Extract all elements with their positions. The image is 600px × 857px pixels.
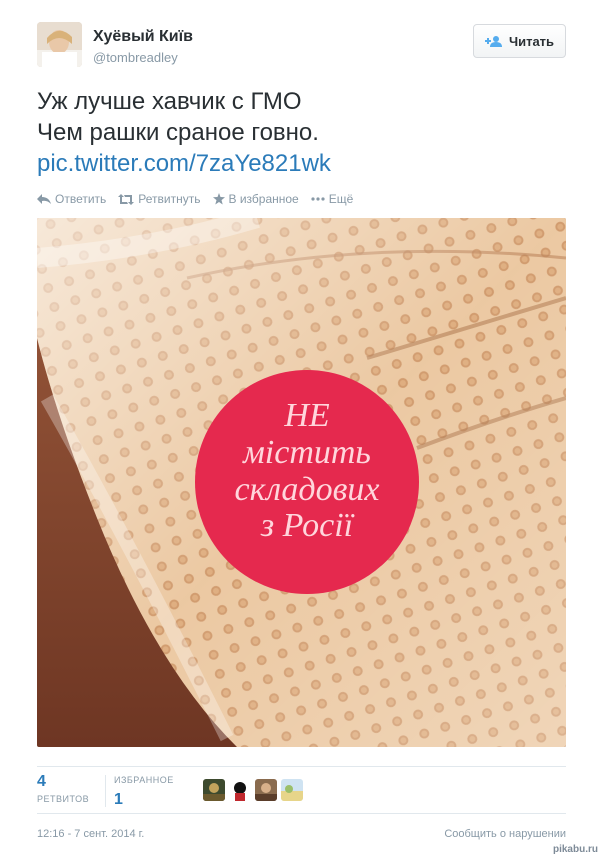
retweet-label: Ретвитнуть (138, 192, 201, 206)
reply-label: Ответить (55, 192, 107, 206)
sticker-line-1: НЕ (283, 397, 330, 434)
sticker-line-3: складових (235, 471, 380, 508)
follow-button[interactable]: Читать (473, 24, 566, 58)
engaged-user-avatar[interactable] (281, 779, 303, 801)
retweet-icon (118, 193, 135, 205)
engaged-users-avatars (203, 779, 303, 801)
engaged-user-avatar[interactable] (203, 779, 225, 801)
more-dots-icon (311, 197, 325, 201)
star-icon (212, 193, 225, 205)
site-watermark: pikabu.ru (552, 844, 598, 855)
favorite-action[interactable]: В избранное (212, 192, 299, 206)
engaged-user-avatar[interactable] (255, 779, 277, 801)
favorite-label: В избранное (228, 192, 299, 206)
reply-icon (37, 193, 51, 204)
retweets-stat[interactable]: 4 РЕТВИТОВ (37, 773, 89, 806)
report-link[interactable]: Сообщить о нарушении (444, 828, 566, 840)
user-avatar[interactable] (37, 22, 82, 67)
favorites-label: ИЗБРАННОЕ (114, 775, 174, 785)
tweet-text-line-2: Чем рашки сраное говно. (37, 119, 319, 146)
sticker-line-4: з Росії (260, 507, 355, 544)
tweet-actions: Ответить Ретвитнуть В избранное Ещё (37, 192, 365, 206)
stats-divider (105, 775, 106, 807)
tweet-stats: 4 РЕТВИТОВ ИЗБРАННОЕ 1 (37, 766, 566, 814)
tweet-text-line-1: Уж лучше хавчик с ГМО (37, 88, 302, 115)
favorites-stat[interactable]: ИЗБРАННОЕ 1 (114, 773, 174, 809)
tweet-media-link[interactable]: pic.twitter.com/7zaYe821wk (37, 148, 331, 179)
retweets-count: 4 (37, 773, 46, 790)
user-handle[interactable]: @tombreadley (93, 50, 178, 65)
retweets-label: РЕТВИТОВ (37, 794, 90, 804)
favorites-count: 1 (114, 791, 123, 808)
sticker-line-2: містить (242, 434, 371, 471)
tweet-header: Хуёвый Київ @tombreadley Читать (37, 22, 566, 70)
tweet-text: Уж лучше хавчик с ГМО Чем рашки сраное г… (37, 86, 331, 179)
retweet-action[interactable]: Ретвитнуть (118, 192, 201, 206)
reply-action[interactable]: Ответить (37, 192, 106, 206)
engaged-user-avatar[interactable] (229, 779, 251, 801)
add-user-icon (484, 36, 502, 47)
tweet-photo[interactable]: НЕ містить складових з Росії (37, 218, 566, 747)
tweet-timestamp[interactable]: 12:16 - 7 сент. 2014 г. (37, 828, 144, 840)
user-display-name[interactable]: Хуёвый Київ (93, 28, 193, 46)
more-action[interactable]: Ещё (311, 192, 354, 206)
more-label: Ещё (328, 192, 354, 206)
follow-button-label: Читать (508, 33, 555, 49)
